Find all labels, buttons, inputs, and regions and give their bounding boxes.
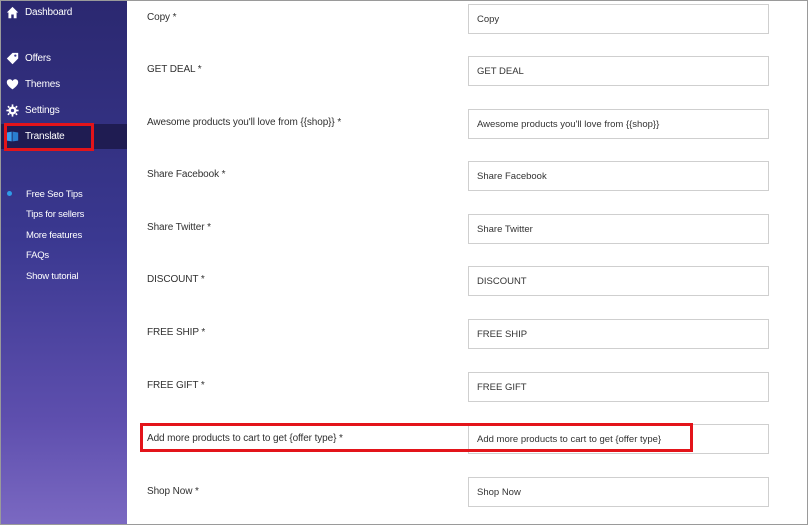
sidebar-item-label: Translate xyxy=(25,131,65,142)
field-label-share-facebook: Share Facebook * xyxy=(147,169,226,180)
link-more-features[interactable]: More features xyxy=(26,230,82,241)
input-share-twitter[interactable] xyxy=(468,214,769,244)
input-discount[interactable] xyxy=(468,266,769,296)
sidebar-item-offers[interactable]: Offers xyxy=(1,47,127,69)
sidebar-item-label: Settings xyxy=(25,104,60,116)
field-label-discount: DISCOUNT * xyxy=(147,274,205,285)
input-get-deal[interactable] xyxy=(468,56,769,86)
translate-icon xyxy=(5,130,19,144)
field-label-share-twitter: Share Twitter * xyxy=(147,222,211,233)
bullet-icon xyxy=(7,191,12,196)
link-faqs[interactable]: FAQs xyxy=(26,250,49,261)
field-label-shop-now: Shop Now * xyxy=(147,486,199,497)
input-shop-now[interactable] xyxy=(468,477,769,507)
sidebar-item-settings[interactable]: Settings xyxy=(1,99,127,121)
input-free-gift[interactable] xyxy=(468,372,769,402)
field-label-get-deal: GET DEAL * xyxy=(147,64,202,75)
sidebar-item-dashboard[interactable]: Dashboard xyxy=(1,1,127,23)
input-share-facebook[interactable] xyxy=(468,161,769,191)
sidebar-item-translate[interactable]: Translate xyxy=(1,124,127,149)
field-label-add-more-products: Add more products to cart to get {offer … xyxy=(147,433,343,444)
input-awesome-products[interactable] xyxy=(468,109,769,139)
sidebar-item-label: Offers xyxy=(25,52,51,64)
field-label-copy: Copy * xyxy=(147,12,177,23)
link-show-tutorial[interactable]: Show tutorial xyxy=(26,271,79,282)
link-tips-for-sellers[interactable]: Tips for sellers xyxy=(26,209,84,220)
sidebar-item-label: Dashboard xyxy=(25,6,73,18)
home-icon xyxy=(5,5,19,19)
input-copy[interactable] xyxy=(468,4,769,34)
gear-icon xyxy=(5,103,19,117)
sidebar-item-themes[interactable]: Themes xyxy=(1,73,127,95)
input-free-ship[interactable] xyxy=(468,319,769,349)
app-window: Dashboard Offers Themes Settings Transla… xyxy=(0,0,808,525)
tag-icon xyxy=(5,51,19,65)
sidebar: Dashboard Offers Themes Settings Transla… xyxy=(1,1,127,524)
field-label-awesome-products: Awesome products you'll love from {{shop… xyxy=(147,117,342,128)
input-add-more-products[interactable] xyxy=(468,424,769,454)
heart-icon xyxy=(5,77,19,91)
sidebar-item-label: Themes xyxy=(25,78,60,90)
link-free-seo-tips[interactable]: Free Seo Tips xyxy=(26,189,83,200)
field-label-free-ship: FREE SHIP * xyxy=(147,327,206,338)
field-label-free-gift: FREE GIFT * xyxy=(147,380,205,391)
